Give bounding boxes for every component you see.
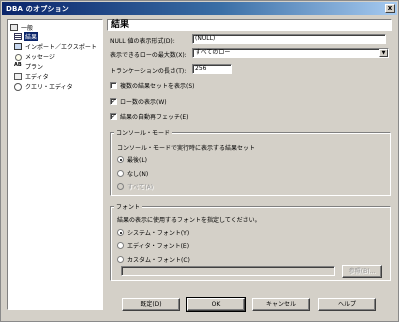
null-format-label: NULL 値の表示形式(D): [110, 38, 175, 45]
tree-item-plan[interactable]: プラン [14, 62, 44, 71]
help-button[interactable]: ヘルプ [318, 298, 376, 311]
radio-system-font[interactable]: システム・フォント(Y) [117, 228, 189, 237]
cancel-button[interactable]: キャンセル [252, 298, 310, 311]
title-bar: DBA のオプション x [2, 2, 397, 15]
console-mode-description: コンソール・モードで実行時に表示する結果セット [117, 145, 256, 152]
radio-none[interactable]: なし(N) [117, 169, 148, 178]
null-format-input[interactable]: (NULL) [192, 34, 386, 44]
truncation-label: トランケーションの長さ(T): [110, 68, 187, 75]
show-row-count-checkbox[interactable]: ✓ ロー数の表示(W) [110, 97, 167, 106]
radio-last[interactable]: 最後(L) [117, 155, 147, 164]
tree-item-query-editor[interactable]: クエリ・エディタ [14, 82, 74, 91]
browse-button: 参照(B)... [342, 265, 382, 278]
custom-font-field [121, 266, 335, 276]
max-rows-label: 表示できるローの最大数(X): [110, 52, 187, 59]
results-icon [14, 33, 22, 40]
tree-item-label: エディタ [25, 74, 49, 81]
tree-item-label: メッセージ [25, 54, 55, 61]
close-icon[interactable]: x [385, 4, 395, 13]
radio-dot[interactable] [117, 229, 124, 236]
editor-icon [14, 73, 22, 80]
category-tree[interactable]: 一般 結果 インポート／エクスポート メッセージ プラン エディタ クエリ・エデ… [7, 19, 103, 310]
radio-label: なし(N) [127, 171, 149, 178]
console-mode-group-title: コンソール・モード [114, 128, 173, 137]
checkbox-label: 結果の自動再フェッチ(E) [120, 114, 189, 121]
max-rows-select[interactable]: すべてのロー ▼ [192, 48, 389, 58]
radio-dot [117, 183, 124, 190]
tree-item-label: 一般 [21, 25, 34, 32]
tree-item-label: クエリ・エディタ [25, 84, 73, 91]
tree-item-messages[interactable]: メッセージ [14, 52, 56, 61]
font-group-title: フォント [114, 202, 143, 211]
radio-label: エディタ・フォント(E) [127, 243, 190, 250]
import-export-icon [14, 43, 22, 50]
radio-label: 最後(L) [127, 157, 148, 164]
page-title: 結果 [107, 19, 392, 31]
radio-all: すべて(A) [117, 182, 153, 191]
checkbox-label: 複数の結果セットを表示(S) [120, 83, 195, 90]
radio-label: すべて(A) [127, 184, 154, 191]
tree-item-label: インポート／エクスポート [25, 44, 97, 51]
tree-item-editor[interactable]: エディタ [14, 72, 50, 81]
radio-dot[interactable] [117, 256, 124, 263]
font-description: 結果の表示に使用するフォントを指定してください。 [117, 217, 261, 224]
radio-label: システム・フォント(Y) [127, 230, 190, 237]
tree-item-general[interactable]: 一般 [10, 23, 34, 32]
radio-label: カスタム・フォント(C) [127, 257, 190, 264]
checkbox-label: ロー数の表示(W) [120, 99, 167, 106]
tree-item-label: プラン [25, 64, 44, 71]
tree-item-import-export[interactable]: インポート／エクスポート [14, 42, 98, 51]
general-icon [10, 24, 18, 31]
query-editor-icon [14, 83, 22, 91]
tree-item-label: 結果 [24, 32, 39, 41]
radio-dot[interactable] [117, 242, 124, 249]
options-dialog: DBA のオプション x 一般 結果 インポート／エクスポート メッセージ プラ… [0, 0, 399, 322]
radio-custom-font[interactable]: カスタム・フォント(C) [117, 255, 190, 264]
checkbox-box[interactable] [110, 82, 117, 89]
radio-dot[interactable] [117, 156, 124, 163]
multiple-results-checkbox[interactable]: 複数の結果セットを表示(S) [110, 81, 195, 90]
ok-button[interactable]: OK [186, 297, 246, 312]
max-rows-value: すべてのロー [195, 49, 231, 56]
checkbox-box[interactable]: ✓ [110, 98, 117, 105]
radio-editor-font[interactable]: エディタ・フォント(E) [117, 241, 189, 250]
radio-dot[interactable] [117, 170, 124, 177]
checkbox-box[interactable]: ✓ [110, 113, 117, 120]
window-title: DBA のオプション [6, 4, 70, 13]
auto-refetch-checkbox[interactable]: ✓ 結果の自動再フェッチ(E) [110, 112, 188, 121]
messages-icon [14, 53, 22, 61]
chevron-down-icon[interactable]: ▼ [379, 49, 388, 57]
default-button[interactable]: 既定(D) [122, 298, 180, 311]
tree-item-results[interactable]: 結果 [14, 32, 39, 41]
truncation-input[interactable]: 256 [192, 64, 232, 74]
plan-icon [14, 62, 22, 70]
